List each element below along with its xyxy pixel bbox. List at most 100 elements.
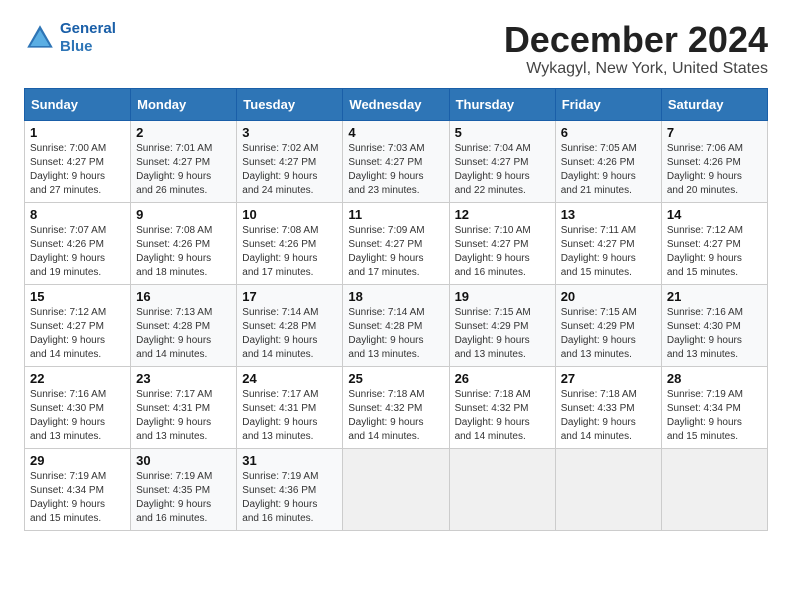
calendar-cell: 7 Sunrise: 7:06 AMSunset: 4:26 PMDaylight… (661, 120, 767, 202)
day-number: 10 (242, 207, 337, 222)
page-subtitle: Wykagyl, New York, United States (504, 60, 768, 78)
day-number: 20 (561, 289, 656, 304)
day-info: Sunrise: 7:08 AMSunset: 4:26 PMDaylight:… (242, 224, 337, 280)
day-number: 7 (667, 125, 762, 140)
calendar-cell: 24 Sunrise: 7:17 AMSunset: 4:31 PMDayligh… (237, 366, 343, 448)
day-info: Sunrise: 7:17 AMSunset: 4:31 PMDaylight:… (242, 388, 337, 444)
day-of-week-wednesday: Wednesday (343, 88, 449, 120)
day-number: 15 (30, 289, 125, 304)
calendar-cell: 13 Sunrise: 7:11 AMSunset: 4:27 PMDayligh… (555, 202, 661, 284)
day-info: Sunrise: 7:06 AMSunset: 4:26 PMDaylight:… (667, 142, 762, 198)
calendar-cell: 31 Sunrise: 7:19 AMSunset: 4:36 PMDayligh… (237, 448, 343, 530)
calendar-cell: 14 Sunrise: 7:12 AMSunset: 4:27 PMDayligh… (661, 202, 767, 284)
calendar-cell: 30 Sunrise: 7:19 AMSunset: 4:35 PMDayligh… (131, 448, 237, 530)
calendar-cell: 19 Sunrise: 7:15 AMSunset: 4:29 PMDayligh… (449, 284, 555, 366)
calendar-week-row: 1 Sunrise: 7:00 AMSunset: 4:27 PMDaylight… (25, 120, 768, 202)
day-number: 19 (455, 289, 550, 304)
day-info: Sunrise: 7:16 AMSunset: 4:30 PMDaylight:… (667, 306, 762, 362)
day-of-week-tuesday: Tuesday (237, 88, 343, 120)
day-number: 9 (136, 207, 231, 222)
day-info: Sunrise: 7:15 AMSunset: 4:29 PMDaylight:… (455, 306, 550, 362)
calendar-cell: 18 Sunrise: 7:14 AMSunset: 4:28 PMDayligh… (343, 284, 449, 366)
day-info: Sunrise: 7:16 AMSunset: 4:30 PMDaylight:… (30, 388, 125, 444)
day-info: Sunrise: 7:14 AMSunset: 4:28 PMDaylight:… (348, 306, 443, 362)
day-number: 4 (348, 125, 443, 140)
calendar-cell: 1 Sunrise: 7:00 AMSunset: 4:27 PMDaylight… (25, 120, 131, 202)
logo-line1: General (60, 20, 116, 37)
day-info: Sunrise: 7:04 AMSunset: 4:27 PMDaylight:… (455, 142, 550, 198)
day-number: 16 (136, 289, 231, 304)
calendar-cell (343, 448, 449, 530)
day-info: Sunrise: 7:19 AMSunset: 4:35 PMDaylight:… (136, 470, 231, 526)
calendar-header-row: SundayMondayTuesdayWednesdayThursdayFrid… (25, 88, 768, 120)
day-of-week-saturday: Saturday (661, 88, 767, 120)
calendar-cell: 28Sunrise: 7:19 AMSunset: 4:34 PMDayligh… (661, 366, 767, 448)
day-info: Sunrise: 7:05 AMSunset: 4:26 PMDaylight:… (561, 142, 656, 198)
calendar-cell: 5 Sunrise: 7:04 AMSunset: 4:27 PMDaylight… (449, 120, 555, 202)
day-info: Sunrise: 7:19 AMSunset: 4:36 PMDaylight:… (242, 470, 337, 526)
calendar-week-row: 29Sunrise: 7:19 AMSunset: 4:34 PMDayligh… (25, 448, 768, 530)
day-info: Sunrise: 7:14 AMSunset: 4:28 PMDaylight:… (242, 306, 337, 362)
calendar-cell: 22 Sunrise: 7:16 AMSunset: 4:30 PMDayligh… (25, 366, 131, 448)
day-of-week-sunday: Sunday (25, 88, 131, 120)
calendar-cell: 17 Sunrise: 7:14 AMSunset: 4:28 PMDayligh… (237, 284, 343, 366)
day-info: Sunrise: 7:17 AMSunset: 4:31 PMDaylight:… (136, 388, 231, 444)
calendar-cell: 3 Sunrise: 7:02 AMSunset: 4:27 PMDaylight… (237, 120, 343, 202)
day-number: 30 (136, 453, 231, 468)
calendar-cell (555, 448, 661, 530)
day-number: 22 (30, 371, 125, 386)
day-number: 11 (348, 207, 443, 222)
day-info: Sunrise: 7:00 AMSunset: 4:27 PMDaylight:… (30, 142, 125, 198)
calendar-table: SundayMondayTuesdayWednesdayThursdayFrid… (24, 88, 768, 531)
logo-line2: Blue (60, 38, 93, 55)
day-number: 23 (136, 371, 231, 386)
day-info: Sunrise: 7:01 AMSunset: 4:27 PMDaylight:… (136, 142, 231, 198)
day-info: Sunrise: 7:08 AMSunset: 4:26 PMDaylight:… (136, 224, 231, 280)
calendar-cell (661, 448, 767, 530)
day-info: Sunrise: 7:10 AMSunset: 4:27 PMDaylight:… (455, 224, 550, 280)
day-info: Sunrise: 7:19 AMSunset: 4:34 PMDaylight:… (667, 388, 762, 444)
day-info: Sunrise: 7:03 AMSunset: 4:27 PMDaylight:… (348, 142, 443, 198)
day-number: 12 (455, 207, 550, 222)
day-number: 17 (242, 289, 337, 304)
calendar-cell: 27Sunrise: 7:18 AMSunset: 4:33 PMDayligh… (555, 366, 661, 448)
day-number: 21 (667, 289, 762, 304)
day-number: 8 (30, 207, 125, 222)
day-of-week-friday: Friday (555, 88, 661, 120)
logo-icon (24, 22, 56, 54)
day-number: 2 (136, 125, 231, 140)
calendar-cell: 9 Sunrise: 7:08 AMSunset: 4:26 PMDaylight… (131, 202, 237, 284)
calendar-cell: 8 Sunrise: 7:07 AMSunset: 4:26 PMDaylight… (25, 202, 131, 284)
day-number: 13 (561, 207, 656, 222)
day-number: 27 (561, 371, 656, 386)
day-info: Sunrise: 7:02 AMSunset: 4:27 PMDaylight:… (242, 142, 337, 198)
logo-text: General Blue (60, 20, 116, 56)
day-number: 24 (242, 371, 337, 386)
calendar-week-row: 15Sunrise: 7:12 AMSunset: 4:27 PMDayligh… (25, 284, 768, 366)
day-number: 14 (667, 207, 762, 222)
day-of-week-monday: Monday (131, 88, 237, 120)
calendar-cell: 6Sunrise: 7:05 AMSunset: 4:26 PMDaylight… (555, 120, 661, 202)
calendar-week-row: 22 Sunrise: 7:16 AMSunset: 4:30 PMDayligh… (25, 366, 768, 448)
day-number: 1 (30, 125, 125, 140)
day-info: Sunrise: 7:09 AMSunset: 4:27 PMDaylight:… (348, 224, 443, 280)
day-info: Sunrise: 7:12 AMSunset: 4:27 PMDaylight:… (667, 224, 762, 280)
calendar-cell: 23 Sunrise: 7:17 AMSunset: 4:31 PMDayligh… (131, 366, 237, 448)
day-number: 18 (348, 289, 443, 304)
day-info: Sunrise: 7:15 AMSunset: 4:29 PMDaylight:… (561, 306, 656, 362)
calendar-cell: 16Sunrise: 7:13 AMSunset: 4:28 PMDayligh… (131, 284, 237, 366)
calendar-cell: 20 Sunrise: 7:15 AMSunset: 4:29 PMDayligh… (555, 284, 661, 366)
day-number: 29 (30, 453, 125, 468)
calendar-cell: 29Sunrise: 7:19 AMSunset: 4:34 PMDayligh… (25, 448, 131, 530)
calendar-cell: 26Sunrise: 7:18 AMSunset: 4:32 PMDayligh… (449, 366, 555, 448)
day-number: 5 (455, 125, 550, 140)
day-number: 31 (242, 453, 337, 468)
calendar-cell: 12 Sunrise: 7:10 AMSunset: 4:27 PMDayligh… (449, 202, 555, 284)
calendar-cell: 21 Sunrise: 7:16 AMSunset: 4:30 PMDayligh… (661, 284, 767, 366)
title-section: December 2024 Wykagyl, New York, United … (504, 20, 768, 78)
day-info: Sunrise: 7:11 AMSunset: 4:27 PMDaylight:… (561, 224, 656, 280)
calendar-cell: 11 Sunrise: 7:09 AMSunset: 4:27 PMDayligh… (343, 202, 449, 284)
day-info: Sunrise: 7:07 AMSunset: 4:26 PMDaylight:… (30, 224, 125, 280)
calendar-week-row: 8 Sunrise: 7:07 AMSunset: 4:26 PMDaylight… (25, 202, 768, 284)
day-number: 3 (242, 125, 337, 140)
